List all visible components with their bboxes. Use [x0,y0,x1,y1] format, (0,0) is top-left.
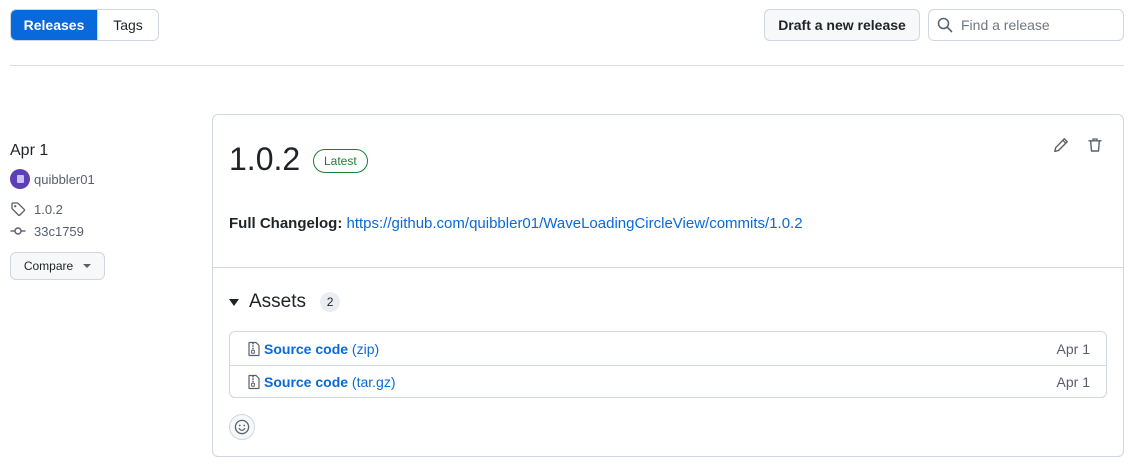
tag-row[interactable]: 1.0.2 [10,200,200,218]
header-divider [10,65,1124,66]
release-version[interactable]: 1.0.2 [229,139,300,179]
latest-badge: Latest [313,149,368,173]
search-icon [937,17,953,33]
assets-count: 2 [320,292,341,312]
pencil-icon [1054,138,1068,153]
author-name[interactable]: quibbler01 [34,172,95,187]
release-meta: Apr 1 quibbler01 1.0.2 33c1759 Compare [10,140,200,280]
draft-new-release-button[interactable]: Draft a new release [764,9,920,41]
smiley-icon [234,419,250,435]
add-reaction-button[interactable] [229,414,255,440]
release-header: 1.0.2 Latest Full Changelog: https://git… [213,115,1123,268]
compare-button[interactable]: Compare [10,252,105,280]
commit-row[interactable]: 33c1759 [10,222,200,240]
search-input[interactable] [961,17,1111,33]
triangle-down-icon [229,298,239,306]
asset-link-zip[interactable]: Source code (zip) [264,341,379,357]
list-item: Source code (zip) Apr 1 [230,332,1106,365]
changelog-label: Full Changelog: [229,215,343,232]
assets-title: Assets [249,291,307,312]
avatar[interactable] [10,169,30,189]
asset-list: Source code (zip) Apr 1 Source code (tar… [229,331,1107,398]
assets-toggle[interactable]: Assets 2 [229,291,341,313]
top-toolbar: Releases Tags Draft a new release [10,9,1124,41]
full-changelog: Full Changelog: https://github.com/quibb… [229,215,803,232]
chevron-down-icon [83,264,92,268]
file-zip-icon [248,341,260,356]
asset-date: Apr 1 [1056,374,1090,390]
release-card: 1.0.2 Latest Full Changelog: https://git… [212,114,1124,457]
release-date: Apr 1 [10,142,49,159]
author-row[interactable]: quibbler01 [10,169,200,189]
compare-label: Compare [23,259,74,273]
tag-icon [11,202,26,216]
asset-link-targz[interactable]: Source code (tar.gz) [264,374,396,390]
trash-icon [1088,138,1102,152]
tab-tags[interactable]: Tags [97,10,158,40]
edit-button[interactable] [1051,135,1071,155]
file-zip-icon [248,374,260,390]
releases-tags-toggle: Releases Tags [10,9,159,41]
tag-name[interactable]: 1.0.2 [34,202,63,217]
list-item: Source code (tar.gz) Apr 1 [230,365,1106,397]
asset-date: Apr 1 [1056,340,1090,357]
commit-sha[interactable]: 33c1759 [34,224,84,239]
commit-icon [10,227,26,235]
changelog-link[interactable]: https://github.com/quibbler01/WaveLoadin… [347,215,803,232]
find-release-search[interactable] [928,9,1124,41]
delete-button[interactable] [1085,135,1105,155]
tab-releases[interactable]: Releases [11,10,97,40]
